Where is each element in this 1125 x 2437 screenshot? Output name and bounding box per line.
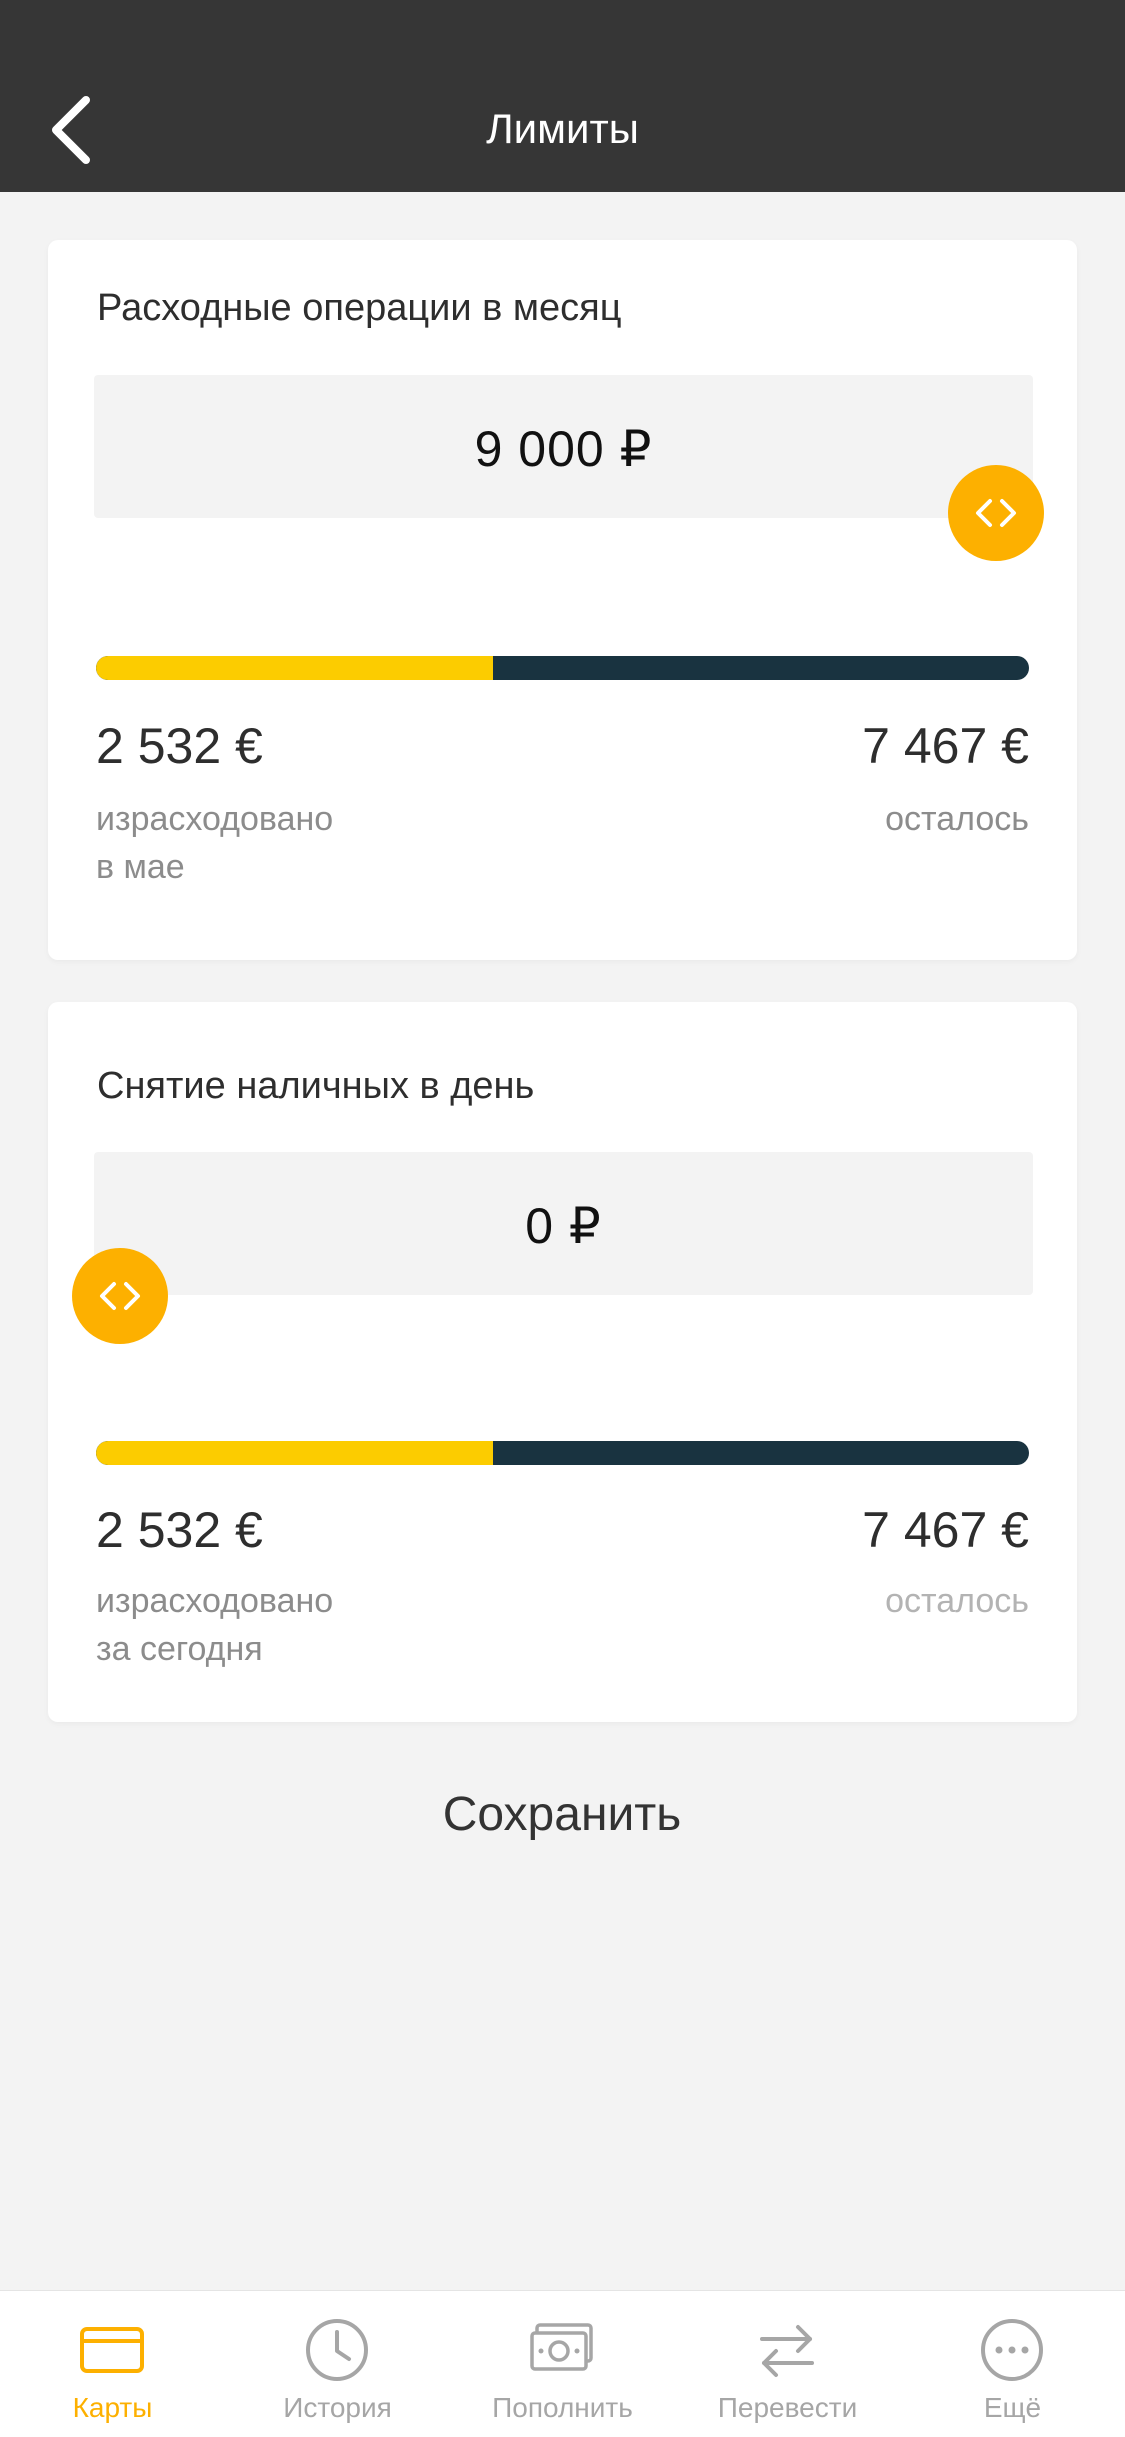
spent-label-line1: израсходовано [96, 800, 334, 838]
limit-slider-handle[interactable] [948, 465, 1044, 561]
monthly-spending-limit-card: Расходные операции в месяц 9 000 ₽ 2 532… [48, 240, 1077, 960]
save-button[interactable]: Сохранить [312, 1770, 812, 1860]
tab-top-up[interactable]: Пополнить [450, 2291, 675, 2437]
clock-icon [306, 2319, 368, 2381]
limit-amount-value: 0 ₽ [525, 1198, 602, 1254]
limit-title: Расходные операции в месяц [97, 287, 622, 329]
spent-fill [96, 656, 493, 680]
spent-fill [96, 1441, 493, 1465]
tab-transfer[interactable]: Перевести [675, 2291, 900, 2437]
spent-amount: 2 532 € [96, 1502, 263, 1558]
spent-label-line2: в мае [96, 848, 185, 886]
tab-label: Ещё [983, 2392, 1042, 2423]
spent-label-line1: израсходовано [96, 1582, 334, 1620]
tab-label: История [283, 2392, 392, 2423]
limit-amount-value: 9 000 ₽ [474, 421, 653, 477]
tab-history[interactable]: История [225, 2291, 450, 2437]
page-title: Лимиты [486, 105, 639, 152]
spent-label: израсходовано в мае [96, 795, 333, 891]
spending-progress-bar [96, 1441, 1029, 1465]
header-bar: Лимиты [0, 0, 1125, 192]
slider-arrows-icon [100, 1282, 140, 1310]
spent-label-line2: за сегодня [96, 1630, 263, 1668]
banknote-icon [530, 2323, 593, 2371]
tab-more[interactable]: Ещё [900, 2291, 1125, 2437]
tab-cards[interactable]: Карты [0, 2291, 225, 2437]
remaining-label: осталось [885, 1582, 1029, 1620]
transfer-icon [760, 2325, 814, 2377]
tab-label: Пополнить [492, 2392, 633, 2423]
card-icon [80, 2327, 144, 2373]
slider-arrows-icon [976, 499, 1016, 527]
limit-slider-handle[interactable] [72, 1248, 168, 1344]
limit-amount-field[interactable]: 0 ₽ [94, 1152, 1033, 1295]
spending-progress-bar [96, 656, 1029, 680]
remaining-label: осталось [885, 800, 1029, 838]
bottom-tab-bar: Карты История Пополнить Перевести Ещё [0, 2290, 1125, 2437]
spent-label: израсходовано за сегодня [96, 1577, 333, 1673]
more-icon [981, 2319, 1043, 2381]
remaining-amount: 7 467 € [862, 718, 1029, 774]
remaining-amount: 7 467 € [862, 1502, 1029, 1558]
spent-amount: 2 532 € [96, 718, 263, 774]
limit-amount-field[interactable]: 9 000 ₽ [94, 375, 1033, 518]
tab-label: Перевести [717, 2392, 858, 2423]
tab-label: Карты [72, 2392, 153, 2423]
limit-title: Снятие наличных в день [97, 1065, 535, 1107]
daily-cash-limit-card: Снятие наличных в день 0 ₽ 2 532 € 7 467… [48, 1002, 1077, 1722]
